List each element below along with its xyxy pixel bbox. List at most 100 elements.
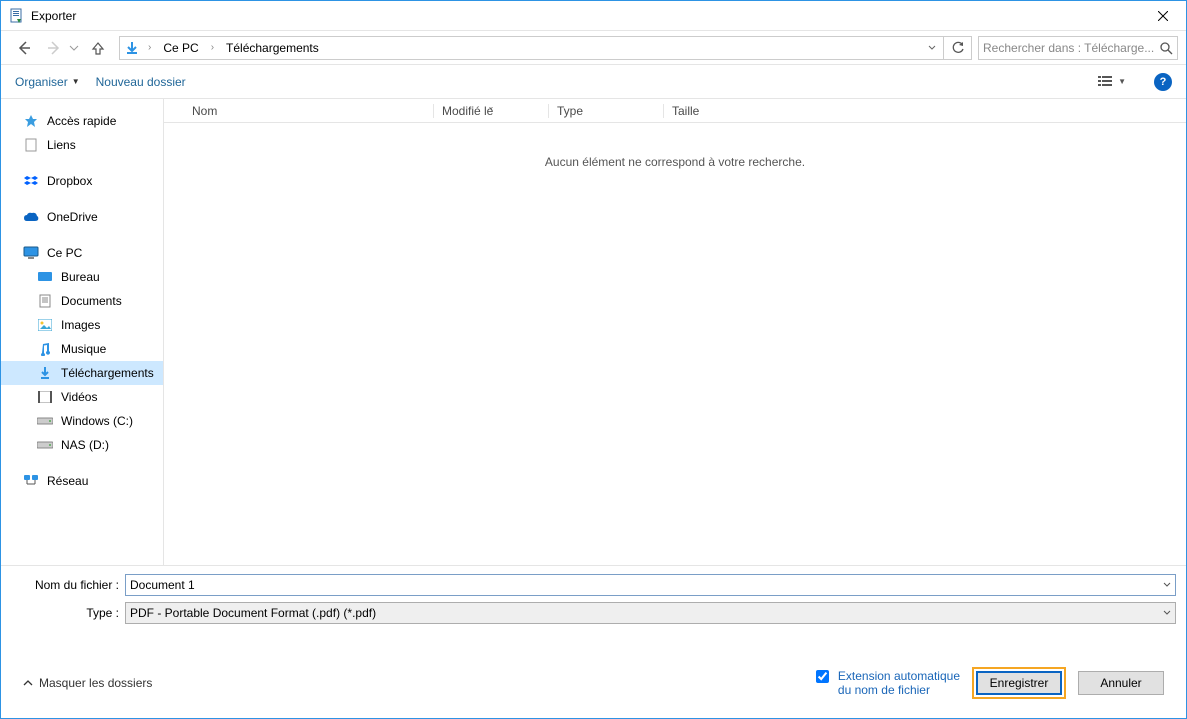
file-list-area: Nom ⌄Modifié le Type Taille Aucun élémen…	[164, 99, 1186, 565]
tree-label: Windows (C:)	[61, 414, 133, 428]
type-label: Type :	[11, 606, 119, 620]
music-icon	[37, 341, 53, 357]
tree-links[interactable]: Liens	[1, 133, 163, 157]
tree-quick-access[interactable]: Accès rapide	[1, 109, 163, 133]
tree-ddrive[interactable]: NAS (D:)	[1, 433, 163, 457]
search-icon	[1159, 41, 1173, 55]
column-type[interactable]: Type	[549, 104, 664, 118]
column-size[interactable]: Taille	[664, 104, 764, 118]
file-icon	[23, 137, 39, 153]
dialog-footer: Masquer les dossiers Extension automatiq…	[11, 658, 1176, 708]
documents-icon	[37, 293, 53, 309]
details-view-icon	[1098, 75, 1114, 89]
save-form: Nom du fichier : Document 1 Type : PDF -…	[1, 565, 1186, 718]
up-button[interactable]	[83, 34, 113, 62]
dropdown-triangle-icon: ▼	[1118, 77, 1126, 86]
file-list[interactable]: Aucun élément ne correspond à votre rech…	[164, 123, 1186, 565]
tree-desktop[interactable]: Bureau	[1, 265, 163, 289]
tree-label: Accès rapide	[47, 114, 116, 128]
title-bar: Exporter	[1, 1, 1186, 31]
new-folder-button[interactable]: Nouveau dossier	[96, 75, 186, 89]
hide-folders-button[interactable]: Masquer les dossiers	[23, 676, 152, 690]
chevron-right-icon[interactable]: ›	[144, 42, 155, 53]
chevron-right-icon[interactable]: ›	[207, 42, 218, 53]
search-placeholder: Rechercher dans : Télécharge...	[983, 41, 1159, 55]
tree-label: Dropbox	[47, 174, 92, 188]
tree-images[interactable]: Images	[1, 313, 163, 337]
tree-thispc[interactable]: Ce PC	[1, 241, 163, 265]
back-button[interactable]	[9, 34, 39, 62]
cancel-button[interactable]: Annuler	[1078, 671, 1164, 695]
dropdown-icon[interactable]	[1159, 609, 1171, 617]
dropbox-icon	[23, 173, 39, 189]
desktop-icon	[37, 269, 53, 285]
column-name[interactable]: Nom	[184, 104, 434, 118]
type-value: PDF - Portable Document Format (.pdf) (*…	[130, 606, 1159, 620]
help-button[interactable]: ?	[1154, 73, 1172, 91]
column-headers: Nom ⌄Modifié le Type Taille	[164, 99, 1186, 123]
tree-label: Musique	[61, 342, 106, 356]
address-bar[interactable]: › Ce PC › Téléchargements	[119, 36, 944, 60]
breadcrumb-downloads[interactable]: Téléchargements	[222, 40, 323, 56]
drive-icon	[37, 437, 53, 453]
tree-label: Vidéos	[61, 390, 97, 404]
tree-cdrive[interactable]: Windows (C:)	[1, 409, 163, 433]
hide-folders-label: Masquer les dossiers	[39, 676, 152, 690]
filename-value: Document 1	[130, 578, 1159, 592]
view-mode-button[interactable]: ▼	[1098, 75, 1126, 89]
save-button[interactable]: Enregistrer	[976, 671, 1062, 695]
tree-label: Documents	[61, 294, 122, 308]
images-icon	[37, 317, 53, 333]
downloads-icon	[37, 365, 53, 381]
address-dropdown-icon[interactable]	[925, 44, 939, 52]
tree-network[interactable]: Réseau	[1, 469, 163, 493]
breadcrumb-thispc[interactable]: Ce PC	[159, 40, 202, 56]
forward-button[interactable]	[39, 34, 69, 62]
save-button-highlight: Enregistrer	[972, 667, 1066, 699]
tree-label: NAS (D:)	[61, 438, 109, 452]
computer-icon	[23, 245, 39, 261]
toolbar: Organiser ▼ Nouveau dossier ▼ ?	[1, 65, 1186, 99]
nav-bar: › Ce PC › Téléchargements Rechercher dan…	[1, 31, 1186, 65]
filename-label: Nom du fichier :	[11, 578, 119, 592]
organize-menu[interactable]: Organiser ▼	[15, 75, 80, 89]
videos-icon	[37, 389, 53, 405]
tree-dropbox[interactable]: Dropbox	[1, 169, 163, 193]
search-input[interactable]: Rechercher dans : Télécharge...	[978, 36, 1178, 60]
sort-indicator-icon: ⌄	[488, 102, 495, 111]
drive-icon	[37, 413, 53, 429]
tree-label: Téléchargements	[61, 366, 154, 380]
dropdown-icon[interactable]	[1159, 581, 1171, 589]
tree-label: Ce PC	[47, 246, 82, 260]
tree-label: Réseau	[47, 474, 88, 488]
type-select[interactable]: PDF - Portable Document Format (.pdf) (*…	[125, 602, 1176, 624]
save-label: Enregistrer	[990, 676, 1049, 690]
auto-extension-checkbox[interactable]: Extension automatique du nom de fichier	[812, 669, 960, 697]
onedrive-icon	[23, 209, 39, 225]
column-modified[interactable]: ⌄Modifié le	[434, 104, 549, 118]
app-icon	[9, 8, 25, 24]
tree-music[interactable]: Musique	[1, 337, 163, 361]
tree-label: Images	[61, 318, 100, 332]
empty-message: Aucun élément ne correspond à votre rech…	[164, 155, 1186, 169]
tree-documents[interactable]: Documents	[1, 289, 163, 313]
filename-input[interactable]: Document 1	[125, 574, 1176, 596]
refresh-button[interactable]	[944, 36, 972, 60]
navigation-tree: Accès rapide Liens Dropbox OneDrive Ce P…	[1, 99, 164, 565]
auto-extension-input[interactable]	[816, 670, 829, 683]
network-icon	[23, 473, 39, 489]
tree-label: OneDrive	[47, 210, 98, 224]
chevron-up-icon	[23, 678, 33, 688]
tree-label: Liens	[47, 138, 76, 152]
tree-onedrive[interactable]: OneDrive	[1, 205, 163, 229]
recent-locations-button[interactable]	[69, 43, 83, 53]
downloads-folder-icon	[124, 40, 140, 56]
cancel-label: Annuler	[1100, 676, 1141, 690]
new-folder-label: Nouveau dossier	[96, 75, 186, 89]
tree-downloads[interactable]: Téléchargements	[1, 361, 163, 385]
dropdown-triangle-icon: ▼	[72, 77, 80, 86]
tree-label: Bureau	[61, 270, 100, 284]
star-icon	[23, 113, 39, 129]
tree-videos[interactable]: Vidéos	[1, 385, 163, 409]
close-button[interactable]	[1140, 1, 1186, 31]
